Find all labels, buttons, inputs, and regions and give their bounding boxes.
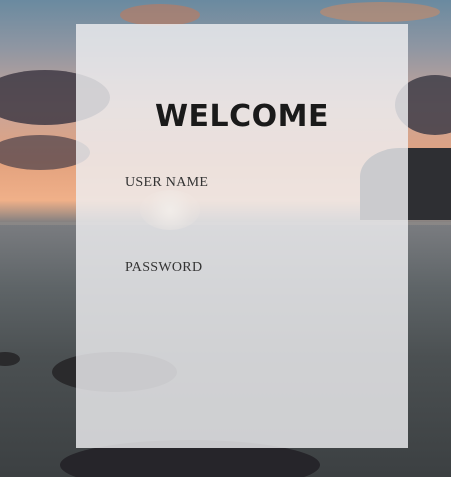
username-input[interactable]	[125, 196, 355, 222]
cloud	[120, 4, 200, 26]
login-panel: WELCOME USER NAME PASSWORD	[76, 24, 408, 448]
username-label: USER NAME	[125, 175, 209, 190]
password-label: PASSWORD	[125, 260, 203, 275]
cloud	[320, 2, 440, 22]
rock	[0, 352, 20, 366]
page-title: WELCOME	[154, 99, 330, 134]
password-input[interactable]	[125, 281, 355, 307]
login-screen: WELCOME USER NAME PASSWORD	[0, 0, 451, 477]
